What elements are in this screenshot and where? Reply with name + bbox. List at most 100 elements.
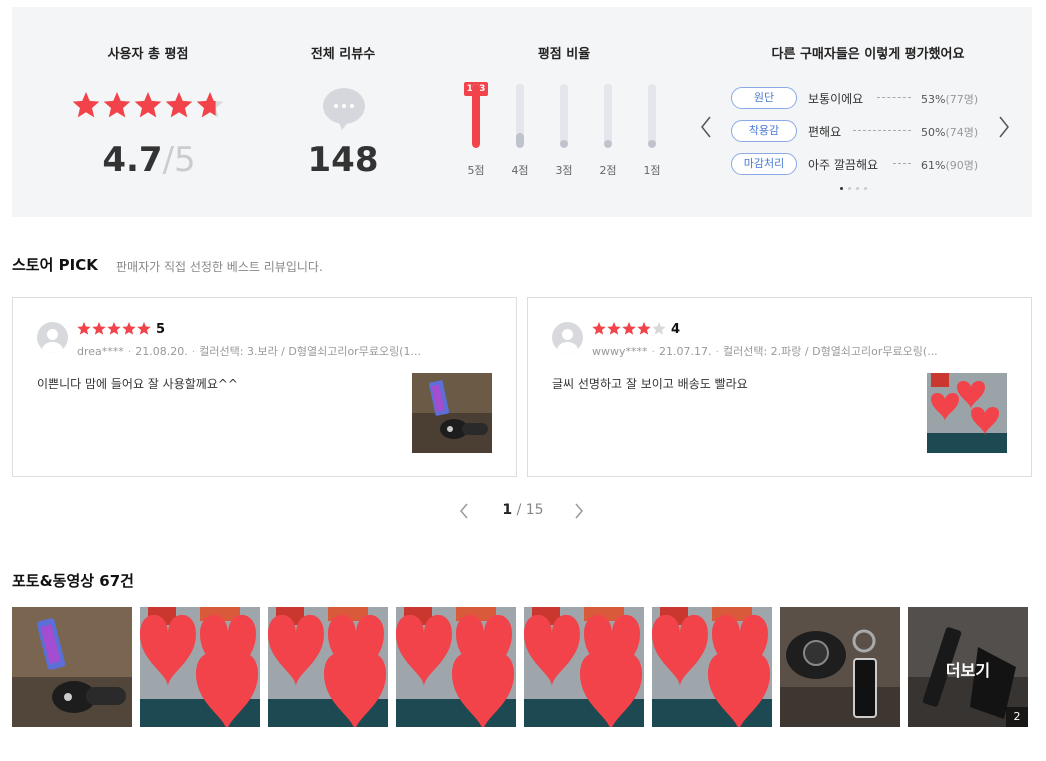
attribute-tag: 원단 <box>731 87 797 109</box>
carousel-dots[interactable] <box>840 187 880 191</box>
review-card[interactable]: 5 drea**** · 21.08.20. · 컬러선택: 3.보라 / D형열쇠고리… <box>12 297 517 477</box>
star-filled-icon <box>137 322 151 335</box>
store-pick-subtitle: 판매자가 직접 선정한 베스트 리뷰입니다. <box>116 260 323 274</box>
photo-thumbnail[interactable] <box>524 607 644 727</box>
attribute-row: 원단 보통이에요 53%(77명) <box>731 87 981 109</box>
rating-stars <box>72 92 224 118</box>
distribution-bar-fill <box>604 140 612 148</box>
distribution-label: 5점 <box>467 164 485 177</box>
chevron-left-icon[interactable] <box>700 115 712 139</box>
star-filled-icon <box>637 322 651 335</box>
total-rating-title: 사용자 총 평점 <box>107 47 189 62</box>
star-filled-icon <box>92 322 106 335</box>
distribution-bar-fill <box>472 84 480 148</box>
distribution-bar <box>516 84 524 148</box>
chevron-left-icon[interactable] <box>459 502 469 520</box>
review-option: 컬러선택: 2.파랑 / D형열쇠고리or무료오링(... <box>722 345 938 358</box>
photo-thumbnail[interactable] <box>780 607 900 727</box>
review-score: 4 <box>671 322 681 337</box>
more-photos-thumbnail[interactable]: 더보기 2 <box>908 607 1028 727</box>
avatar <box>552 322 583 353</box>
distribution-title: 평점 비율 <box>537 47 591 62</box>
review-meta: wwwy**** · 21.07.17. · 컬러선택: 2.파랑 / D형열쇠고리or… <box>592 345 938 358</box>
dashed-leader <box>853 130 911 131</box>
star-filled-icon <box>72 92 100 118</box>
review-meta: drea**** · 21.08.20. · 컬러선택: 3.보라 / D형열쇠고리or… <box>77 345 421 358</box>
review-score: 5 <box>156 322 166 337</box>
review-photo[interactable] <box>927 373 1007 453</box>
review-count: 148 <box>307 140 379 180</box>
review-card[interactable]: 4 wwwy**** · 21.07.17. · 컬러선택: 2.파랑 / D형열쇠고리… <box>527 297 1032 477</box>
rating-value: 4.7 <box>102 140 163 180</box>
carousel-dot[interactable] <box>840 187 843 190</box>
distribution-bar-fill <box>560 140 568 148</box>
review-option: 컬러선택: 3.보라 / D형열쇠고리or무료오링(1... <box>199 345 421 358</box>
review-photo[interactable] <box>412 373 492 453</box>
distribution-label: 2점 <box>599 164 617 177</box>
star-empty-icon <box>652 322 666 335</box>
review-date: 21.07.17. <box>659 345 712 358</box>
attribute-percent: 50%(74명) <box>921 126 979 139</box>
review-count-title: 전체 리뷰수 <box>310 47 376 62</box>
star-filled-icon <box>165 92 193 118</box>
distribution-bar <box>604 84 612 148</box>
review-stars <box>77 322 151 335</box>
page-total: 15 <box>525 502 544 518</box>
more-photos-count: 2 <box>1006 707 1028 727</box>
carousel-dot[interactable] <box>856 187 859 190</box>
rating-summary-panel: 사용자 총 평점 4.7/5 전체 리뷰수 148 평점 비율 113 5점4점… <box>12 7 1032 217</box>
attribute-row: 마감처리 아주 깔끔해요 61%(90명) <box>731 153 981 175</box>
rating-slash: / <box>162 140 175 180</box>
distribution-bar <box>560 84 568 148</box>
photo-thumbnail[interactable] <box>12 607 132 727</box>
attribute-value: 아주 깔끔해요 <box>808 158 879 172</box>
avatar <box>37 322 68 353</box>
star-filled-icon <box>122 322 136 335</box>
photo-thumbnail[interactable] <box>652 607 772 727</box>
star-filled-icon <box>77 322 91 335</box>
attribute-tag: 착용감 <box>731 120 797 142</box>
rating-max: 5 <box>174 140 196 180</box>
star-filled-icon <box>134 92 162 118</box>
dashed-leader <box>877 97 911 98</box>
attribute-percent: 61%(90명) <box>921 159 979 172</box>
attribute-tag: 마감처리 <box>731 153 797 175</box>
distribution-label: 3점 <box>555 164 573 177</box>
star-filled-icon <box>107 322 121 335</box>
distribution-bar <box>648 84 656 148</box>
carousel-dot[interactable] <box>864 187 867 190</box>
photo-thumbnail[interactable] <box>268 607 388 727</box>
review-user: drea**** <box>77 345 124 358</box>
attribute-percent: 53%(77명) <box>921 93 979 106</box>
pick-pagination: 1 / 15 <box>502 502 544 518</box>
page-current: 1 <box>502 502 513 518</box>
carousel-dot[interactable] <box>848 187 851 190</box>
dashed-leader <box>893 163 911 164</box>
distribution-label: 1점 <box>643 164 661 177</box>
review-text: 글씨 선명하고 잘 보이고 배송도 빨라요 <box>552 377 748 391</box>
photo-section-title: 포토&동영상 67건 <box>12 572 134 590</box>
chevron-right-icon[interactable] <box>574 502 584 520</box>
speech-bubble-icon <box>323 88 365 130</box>
attribute-value: 보통이에요 <box>808 92 864 106</box>
distribution-label: 4점 <box>511 164 529 177</box>
star-filled-icon <box>607 322 621 335</box>
attribute-value: 편해요 <box>808 125 842 139</box>
review-date: 21.08.20. <box>135 345 188 358</box>
star-filled-icon <box>103 92 131 118</box>
attribute-row: 착용감 편해요 50%(74명) <box>731 120 981 142</box>
star-filled-icon <box>622 322 636 335</box>
more-photos-label[interactable]: 더보기 <box>908 657 1028 681</box>
photo-thumbnail[interactable] <box>396 607 516 727</box>
distribution-bar-fill <box>648 140 656 148</box>
distribution-bar-fill <box>516 133 524 148</box>
star-filled-icon <box>592 322 606 335</box>
review-user: wwwy**** <box>592 345 648 358</box>
photo-thumbnail[interactable] <box>140 607 260 727</box>
store-pick-title: 스토어 PICK <box>12 256 98 274</box>
others-title: 다른 구매자들은 이렇게 평가했어요 <box>771 47 965 62</box>
chevron-right-icon[interactable] <box>998 115 1010 139</box>
distribution-bar <box>472 84 480 148</box>
review-text: 이쁜니다 맘에 들어요 잘 사용할께요^^ <box>37 377 238 391</box>
review-stars <box>592 322 666 335</box>
